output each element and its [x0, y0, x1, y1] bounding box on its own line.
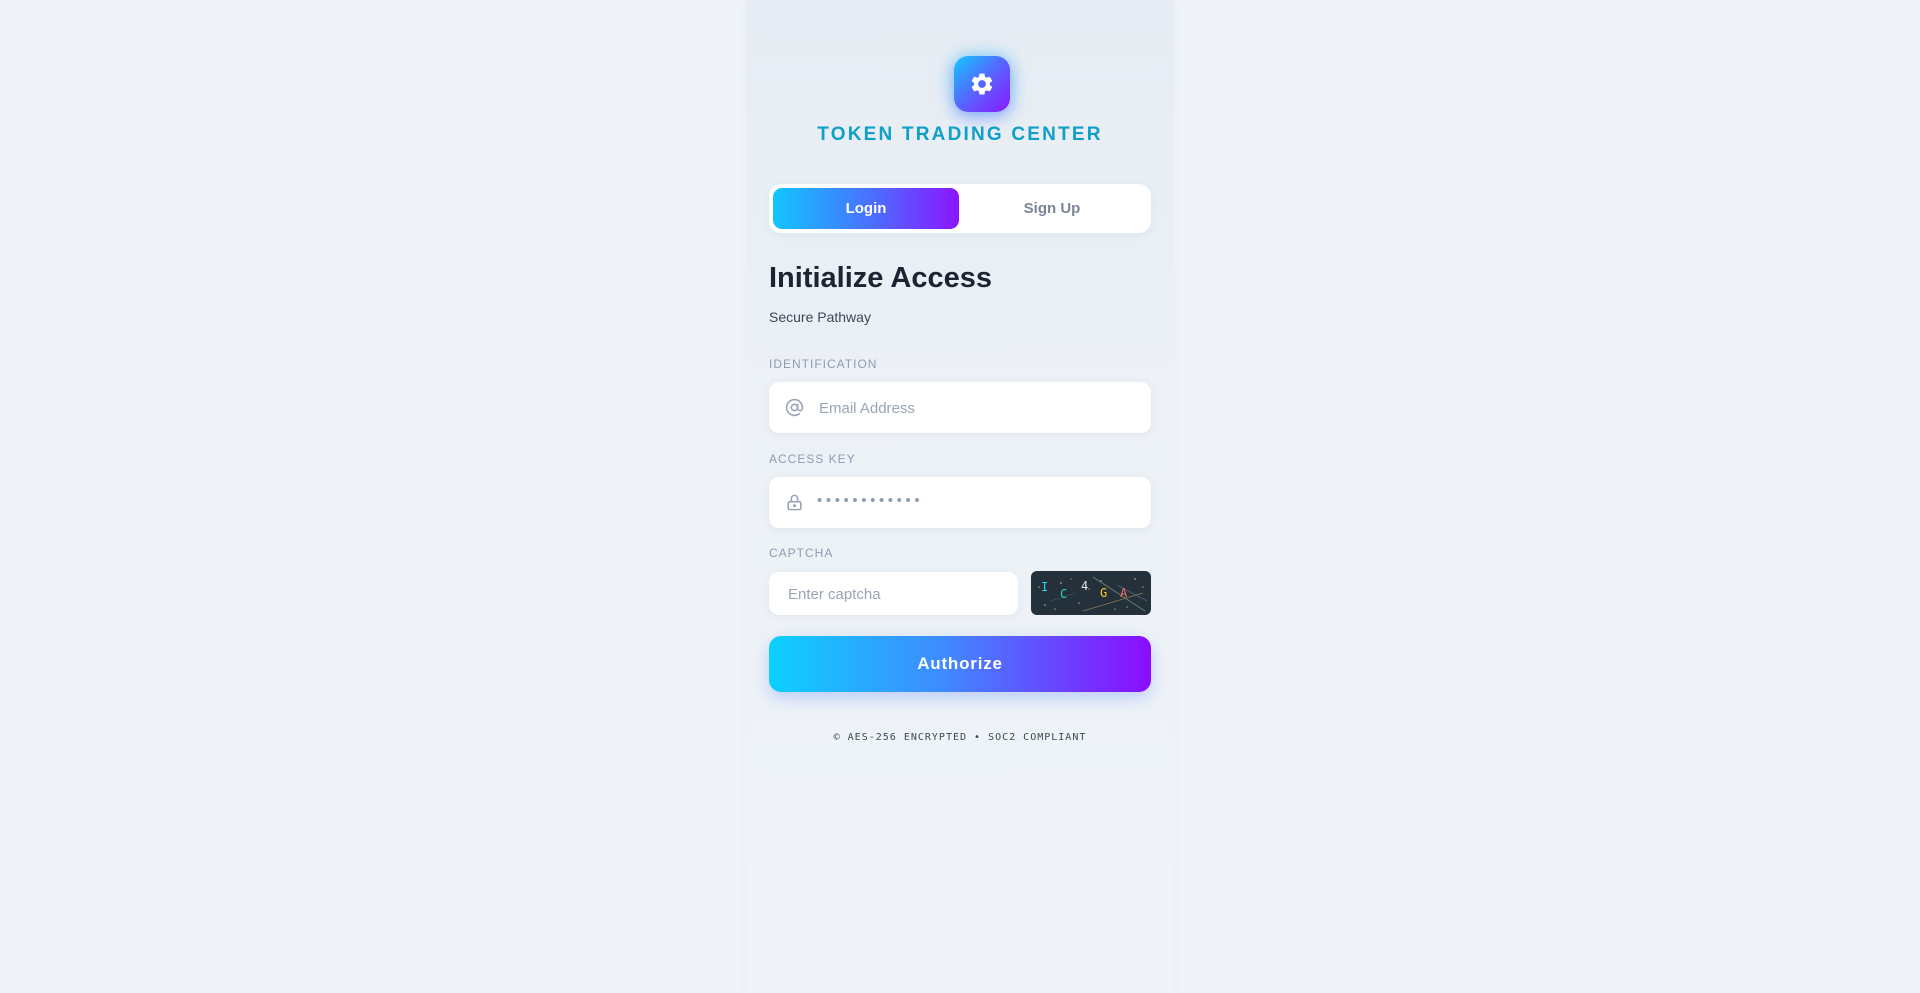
auth-tabs: Login Sign Up [769, 184, 1151, 233]
login-panel: TOKEN TRADING CENTER Login Sign Up Initi… [746, 0, 1174, 993]
captcha-char: 4 [1081, 579, 1088, 593]
tab-signup[interactable]: Sign Up [959, 188, 1145, 229]
captcha-input[interactable] [786, 572, 1010, 617]
page-title: Initialize Access [769, 262, 992, 294]
captcha-char: A [1120, 586, 1128, 600]
captcha-noise: I C 4 G A [1038, 576, 1148, 612]
page-subtitle: Secure Pathway [769, 309, 871, 325]
email-input[interactable] [817, 382, 1141, 435]
email-label: IDENTIFICATION [769, 357, 878, 371]
captcha-char: G [1100, 586, 1107, 600]
captcha-char: I [1041, 580, 1048, 594]
authorize-button[interactable]: Authorize [769, 636, 1151, 692]
captcha-label: CAPTCHA [769, 546, 834, 560]
gear-icon [971, 73, 993, 95]
at-sign-icon [785, 398, 804, 417]
email-field-wrapper [769, 382, 1151, 435]
captcha-char: C [1060, 587, 1067, 601]
password-field-wrapper: •••••••••••• [769, 477, 1151, 528]
lock-icon [787, 494, 802, 511]
brand-logo [954, 56, 1010, 112]
captcha-image[interactable]: I C 4 G A [1031, 571, 1151, 615]
tab-login[interactable]: Login [773, 188, 959, 229]
brand-title: TOKEN TRADING CENTER [817, 124, 1103, 145]
security-footer: © AES-256 ENCRYPTED • SOC2 COMPLIANT [833, 732, 1087, 743]
password-label: ACCESS KEY [769, 452, 856, 466]
captcha-field-wrapper [769, 572, 1018, 617]
password-input[interactable]: •••••••••••• [817, 492, 923, 509]
